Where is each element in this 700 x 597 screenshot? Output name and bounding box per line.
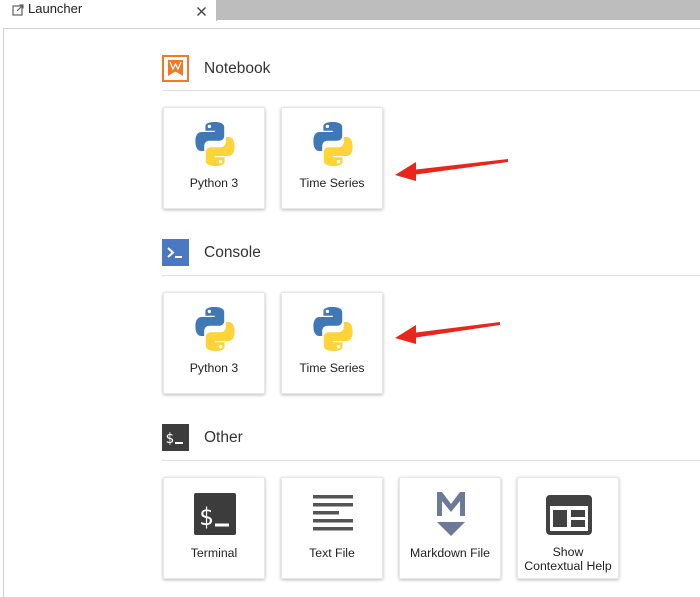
terminal-icon: $: [194, 493, 236, 535]
python-logo-icon: [195, 122, 235, 166]
section-title-other: Other: [204, 429, 243, 446]
notebook-python3-card[interactable]: Python 3: [163, 107, 265, 209]
console-icon: [162, 239, 189, 266]
tab-label: Launcher: [28, 1, 83, 16]
launcher-icon: [12, 3, 24, 21]
card-label-line: Show: [552, 545, 584, 559]
tab-bar: Launcher: [0, 0, 700, 21]
markdown-icon: [437, 492, 465, 536]
red-arrow: [395, 322, 500, 344]
python-logo-icon: [313, 122, 353, 166]
notebook-icon: [162, 55, 189, 82]
terminal-icon: $: [162, 424, 189, 451]
close-icon[interactable]: [196, 4, 207, 22]
markdown-file-card[interactable]: Markdown File: [399, 477, 501, 579]
text-file-card[interactable]: Text File: [281, 477, 383, 579]
card-label: Text File: [309, 546, 355, 560]
text-file-icon: [313, 495, 353, 531]
python-logo-icon: [195, 307, 235, 351]
card-label: Markdown File: [410, 546, 490, 560]
svg-text:$: $: [166, 431, 174, 447]
divider: [162, 275, 700, 276]
card-label: Show Contextual Help: [518, 545, 618, 573]
card-label-line: Contextual Help: [524, 559, 612, 573]
card-label: Time Series: [299, 361, 365, 375]
divider: [162, 460, 700, 461]
notebook-time-series-card[interactable]: Time Series: [281, 107, 383, 209]
console-time-series-card[interactable]: Time Series: [281, 292, 383, 394]
divider: [162, 90, 700, 91]
terminal-card[interactable]: $ Terminal: [163, 477, 265, 579]
python-logo-icon: [313, 307, 353, 351]
section-title-notebook: Notebook: [204, 60, 271, 77]
section-title-console: Console: [204, 244, 261, 261]
contextual-help-icon: [546, 495, 592, 535]
console-python3-card[interactable]: Python 3: [163, 292, 265, 394]
svg-text:$: $: [199, 503, 213, 531]
card-label: Terminal: [190, 546, 238, 560]
card-label: Time Series: [299, 176, 365, 190]
show-contextual-help-card[interactable]: Show Contextual Help: [517, 477, 619, 579]
red-arrow: [395, 159, 508, 181]
card-label: Python 3: [189, 176, 239, 190]
tab-launcher[interactable]: Launcher: [0, 0, 217, 21]
card-label: Python 3: [189, 361, 239, 375]
